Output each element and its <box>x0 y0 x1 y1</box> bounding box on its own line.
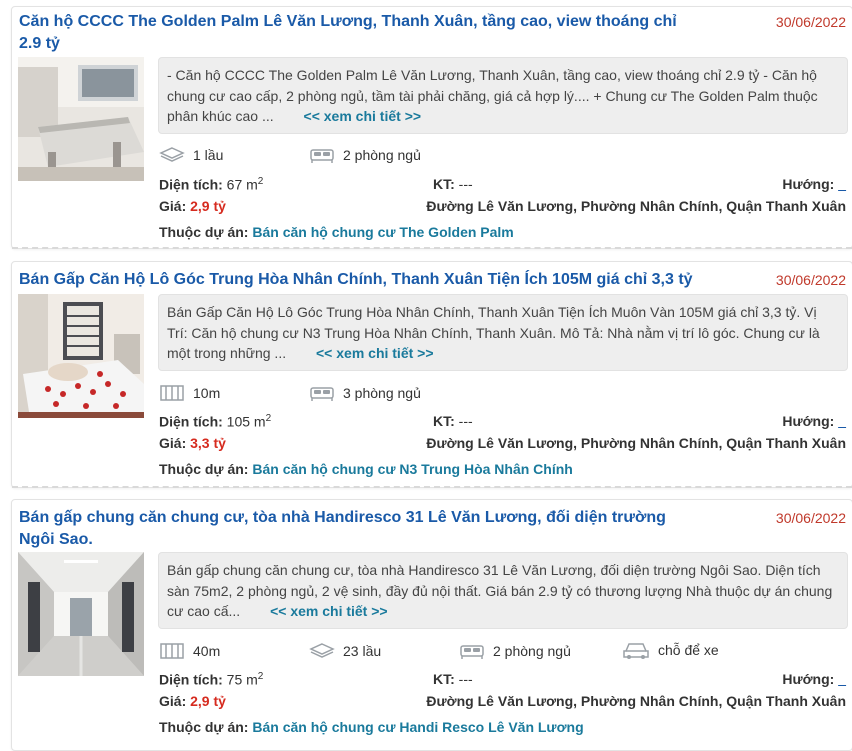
direction-value: _ <box>838 413 846 429</box>
description-text: - Căn hộ CCCC The Golden Palm Lê Văn Lươ… <box>167 67 818 124</box>
area-row: Diện tích: 67 m2 <box>159 173 263 194</box>
area-row: Diện tích: 75 m2 <box>159 668 263 689</box>
feature-parking: chỗ để xe <box>622 640 719 660</box>
project-row: Thuộc dự án: Bán căn hộ chung cư N3 Trun… <box>159 460 573 478</box>
feature-frontage: 10m <box>159 384 220 402</box>
bed-icon <box>310 149 334 163</box>
project-link[interactable]: Bán căn hộ chung cư Handi Resco Lê Văn L… <box>252 719 583 735</box>
feature-text: 10m <box>193 385 221 401</box>
listing-date: 30/06/2022 <box>775 14 846 30</box>
feature-frontage: 40m <box>159 642 220 660</box>
direction-row: Hướng: _ <box>782 412 846 430</box>
listing-thumbnail[interactable] <box>18 57 144 181</box>
area-unit-sup: 2 <box>257 671 264 682</box>
listing-date: 30/06/2022 <box>775 272 846 288</box>
listing-title[interactable]: Bán Gấp Căn Hộ Lô Góc Trung Hòa Nhân Chí… <box>19 269 699 291</box>
feature-floors: 23 lầu <box>309 642 381 660</box>
price-value: 2,9 tỷ <box>190 198 226 214</box>
direction-label: Hướng: <box>782 413 835 429</box>
area-row: Diện tích: 105 m2 <box>159 410 271 431</box>
feature-text: 1 lầu <box>193 147 224 163</box>
kt-value: --- <box>458 671 473 687</box>
project-link[interactable]: Bán căn hộ chung cư N3 Trung Hòa Nhân Ch… <box>252 461 572 477</box>
kt-label: KT: <box>433 413 455 429</box>
kt-value: --- <box>458 176 473 192</box>
area-label: Diện tích: <box>159 671 223 688</box>
feature-text: 40m <box>193 643 221 659</box>
feature-text: 2 phòng ngủ <box>343 147 421 163</box>
price-row: Giá: 2,9 tỷ <box>159 692 226 710</box>
feature-bedrooms: 2 phòng ngủ <box>459 642 571 660</box>
direction-value: _ <box>838 671 846 687</box>
listing-address: Đường Lê Văn Lương, Phường Nhân Chính, Q… <box>426 435 846 451</box>
price-row: Giá: 2,9 tỷ <box>159 197 226 215</box>
area-label: Diện tích: <box>159 413 223 430</box>
card-divider <box>12 247 852 249</box>
listing-title[interactable]: Bán gấp chung căn chung cư, tòa nhà Hand… <box>19 507 699 551</box>
view-details-link[interactable]: << xem chi tiết >> <box>270 603 388 619</box>
kt-row: KT: --- <box>433 412 473 430</box>
floors-icon <box>159 147 185 162</box>
feature-bedrooms: 3 phòng ngủ <box>309 384 421 402</box>
floors-icon <box>309 643 335 658</box>
area-unit-sup: 2 <box>265 413 272 424</box>
project-label: Thuộc dự án: <box>159 719 249 735</box>
listing-card: Căn hộ CCCC The Golden Palm Lê Văn Lương… <box>11 6 852 249</box>
listing-thumbnail[interactable] <box>18 552 144 676</box>
feature-text: chỗ để xe <box>658 642 719 658</box>
bed-icon <box>460 645 484 659</box>
feature-floors: 1 lầu <box>159 146 223 164</box>
kt-value: --- <box>458 413 473 429</box>
car-icon <box>623 643 649 659</box>
price-label: Giá: <box>159 198 187 214</box>
area-value: 105 m <box>226 413 266 430</box>
direction-row: Hướng: _ <box>782 175 846 193</box>
price-label: Giá: <box>159 435 187 451</box>
kt-label: KT: <box>433 176 455 192</box>
project-row: Thuộc dự án: Bán căn hộ chung cư Handi R… <box>159 718 584 736</box>
description-text: Bán Gấp Căn Hộ Lô Góc Trung Hòa Nhân Chí… <box>167 304 820 361</box>
project-label: Thuộc dự án: <box>159 224 249 240</box>
price-row: Giá: 3,3 tỷ <box>159 434 226 452</box>
listing-address: Đường Lê Văn Lương, Phường Nhân Chính, Q… <box>426 198 846 214</box>
area-unit-sup: 2 <box>257 176 264 187</box>
description-text: Bán gấp chung căn chung cư, tòa nhà Hand… <box>167 562 833 619</box>
card-divider <box>12 486 852 488</box>
frontage-icon <box>160 643 184 659</box>
listing-description: - Căn hộ CCCC The Golden Palm Lê Văn Lươ… <box>158 57 848 134</box>
frontage-icon <box>160 385 184 401</box>
price-value: 2,9 tỷ <box>190 693 226 709</box>
direction-label: Hướng: <box>782 671 835 687</box>
direction-value: _ <box>838 176 846 192</box>
listing-address: Đường Lê Văn Lương, Phường Nhân Chính, Q… <box>426 693 846 709</box>
kt-row: KT: --- <box>433 175 473 193</box>
view-details-link[interactable]: << xem chi tiết >> <box>316 345 434 361</box>
project-label: Thuộc dự án: <box>159 461 249 477</box>
view-details-link[interactable]: << xem chi tiết >> <box>304 108 422 124</box>
area-value: 67 m <box>226 176 258 193</box>
price-value: 3,3 tỷ <box>190 435 226 451</box>
listing-date: 30/06/2022 <box>775 510 846 526</box>
project-row: Thuộc dự án: Bán căn hộ chung cư The Gol… <box>159 223 514 241</box>
kt-label: KT: <box>433 671 455 687</box>
listing-card: Bán Gấp Căn Hộ Lô Góc Trung Hòa Nhân Chí… <box>11 261 852 488</box>
listing-title[interactable]: Căn hộ CCCC The Golden Palm Lê Văn Lương… <box>19 11 699 55</box>
price-label: Giá: <box>159 693 187 709</box>
listing-card: Bán gấp chung căn chung cư, tòa nhà Hand… <box>11 499 852 751</box>
listing-description: Bán Gấp Căn Hộ Lô Góc Trung Hòa Nhân Chí… <box>158 294 848 371</box>
project-link[interactable]: Bán căn hộ chung cư The Golden Palm <box>252 224 513 240</box>
feature-bedrooms: 2 phòng ngủ <box>309 146 421 164</box>
listing-thumbnail[interactable] <box>18 294 144 418</box>
listing-description: Bán gấp chung căn chung cư, tòa nhà Hand… <box>158 552 848 629</box>
feature-text: 3 phòng ngủ <box>343 385 421 401</box>
feature-text: 23 lầu <box>343 643 382 659</box>
direction-label: Hướng: <box>782 176 835 192</box>
feature-text: 2 phòng ngủ <box>493 643 571 659</box>
kt-row: KT: --- <box>433 670 473 688</box>
bed-icon <box>310 387 334 401</box>
area-value: 75 m <box>226 671 258 688</box>
direction-row: Hướng: _ <box>782 670 846 688</box>
area-label: Diện tích: <box>159 176 223 193</box>
